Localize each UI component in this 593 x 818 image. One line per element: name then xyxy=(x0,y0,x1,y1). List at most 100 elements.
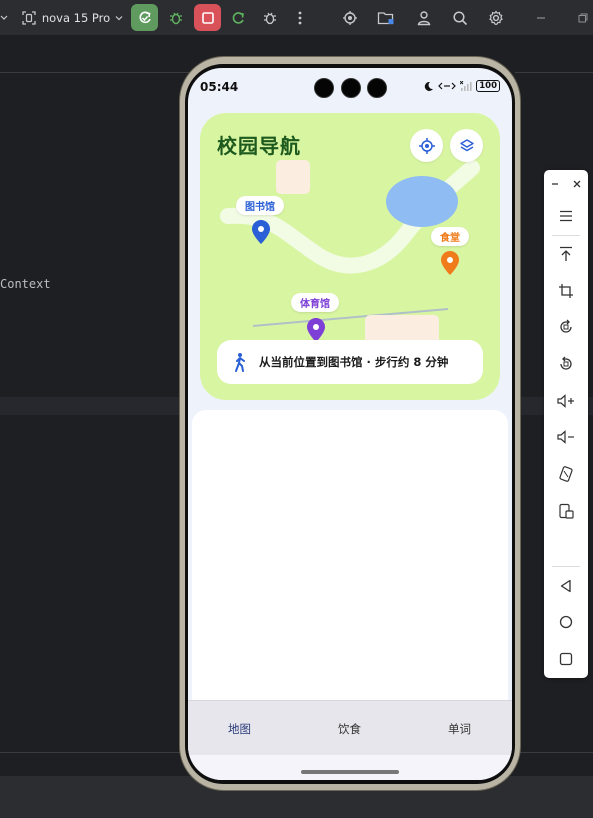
tab-food[interactable]: 饮食 xyxy=(338,701,361,756)
status-time: 05:44 xyxy=(200,80,239,94)
profile-button[interactable] xyxy=(413,0,435,35)
window-restore-button[interactable] xyxy=(573,0,593,35)
locate-button[interactable] xyxy=(410,129,443,162)
panel-minimize-button[interactable] xyxy=(544,170,566,198)
apply-changes-button[interactable] xyxy=(131,4,158,31)
gesture-area xyxy=(188,755,512,780)
home-button[interactable] xyxy=(544,608,588,636)
phone-screen[interactable]: 05:44 100 校园导航 图书馆 食堂 体育馆 从当前位置到图书馆 · 步行… xyxy=(188,68,512,780)
fold-button[interactable] xyxy=(544,460,588,488)
device-frame-icon xyxy=(22,10,36,25)
crop-screenshot-icon xyxy=(559,284,573,298)
device-name: nova 15 Pro xyxy=(41,10,111,25)
camera-cutout xyxy=(341,78,361,98)
panel-menu-button[interactable] xyxy=(544,202,588,230)
minimize-icon xyxy=(537,16,545,19)
fold-icon xyxy=(559,466,573,482)
volume-down-icon xyxy=(557,430,574,444)
crop-screenshot-button[interactable] xyxy=(544,277,588,305)
bottom-tab-bar: 地图 饮食 单词 xyxy=(188,700,512,755)
menu-icon xyxy=(560,210,572,222)
layers-icon xyxy=(459,138,474,151)
battery-icon: 100 xyxy=(476,80,500,92)
moon-icon xyxy=(425,81,434,91)
camera-cutout xyxy=(314,78,334,98)
divider xyxy=(515,72,593,73)
divider xyxy=(552,566,580,567)
walking-person-icon xyxy=(235,353,245,372)
pin-to-top-icon xyxy=(560,246,572,261)
settings-button[interactable] xyxy=(485,0,507,35)
debug-button[interactable] xyxy=(164,0,188,35)
apply-changes-icon xyxy=(139,11,151,23)
rotate-icon xyxy=(560,319,572,333)
data-arrows-icon xyxy=(438,82,457,90)
canteen-pin-icon[interactable] xyxy=(441,251,459,275)
volume-up-button[interactable] xyxy=(544,387,588,415)
status-icons: 100 xyxy=(423,80,500,92)
divider xyxy=(0,72,190,73)
search-icon xyxy=(453,10,468,25)
layers-button[interactable] xyxy=(450,129,483,162)
close-icon xyxy=(573,180,581,188)
signal-icon xyxy=(460,81,472,91)
more-button[interactable] xyxy=(292,0,308,35)
screen-record-button[interactable] xyxy=(544,497,588,525)
emulator-side-panel xyxy=(544,170,588,678)
tab-words[interactable]: 单词 xyxy=(448,701,471,756)
screen-record-icon xyxy=(559,503,574,519)
rerun-icon xyxy=(232,11,244,24)
more-icon xyxy=(298,11,302,24)
volume-down-button[interactable] xyxy=(544,423,588,451)
map-title: 校园导航 xyxy=(217,134,301,158)
rerun-button[interactable] xyxy=(227,0,249,35)
place-label-gym[interactable]: 体育馆 xyxy=(291,293,339,312)
chevron-down-icon xyxy=(115,15,123,20)
building-block xyxy=(276,160,310,194)
pin-to-top-button[interactable] xyxy=(544,240,588,268)
restore-icon xyxy=(578,13,588,22)
record-button[interactable] xyxy=(339,0,361,35)
crosshair-icon xyxy=(418,137,435,154)
back-icon xyxy=(560,579,571,593)
home-indicator[interactable] xyxy=(301,770,399,774)
gym-pin-icon[interactable] xyxy=(307,318,325,342)
minimize-icon xyxy=(552,183,558,185)
chevron-icon[interactable] xyxy=(0,0,8,35)
divider xyxy=(552,235,580,236)
search-button[interactable] xyxy=(449,0,471,35)
panel-close-button[interactable] xyxy=(566,170,588,198)
attach-debugger-button[interactable] xyxy=(258,0,282,35)
overview-icon xyxy=(559,652,573,666)
route-text: 从当前位置到图书馆 · 步行约 8 分钟 xyxy=(259,355,449,369)
rotate-alt-icon xyxy=(560,356,572,370)
window-minimize-button[interactable] xyxy=(531,0,551,35)
camera-cutout xyxy=(367,78,387,98)
device-selector[interactable]: nova 15 Pro xyxy=(20,0,124,35)
place-label-library[interactable]: 图书馆 xyxy=(236,196,284,215)
rotate-alt-button[interactable] xyxy=(544,350,588,378)
rotate-button[interactable] xyxy=(544,313,588,341)
stop-icon xyxy=(201,11,214,24)
code-line[interactable]: Context xyxy=(0,277,51,291)
lake xyxy=(386,176,458,227)
library-pin-icon[interactable] xyxy=(252,220,270,244)
record-icon xyxy=(343,10,357,25)
profile-icon xyxy=(417,10,431,25)
back-button[interactable] xyxy=(544,572,588,600)
debug-icon xyxy=(170,12,182,24)
tab-map[interactable]: 地图 xyxy=(228,701,251,756)
project-icon xyxy=(377,11,394,24)
project-button[interactable] xyxy=(375,0,397,35)
route-info-bar[interactable]: 从当前位置到图书馆 · 步行约 8 分钟 xyxy=(217,340,483,384)
place-label-canteen[interactable]: 食堂 xyxy=(431,227,469,246)
content-panel xyxy=(192,410,508,700)
overview-button[interactable] xyxy=(544,645,588,673)
ide-toolbar: nova 15 Pro xyxy=(0,0,593,35)
volume-up-icon xyxy=(557,394,574,408)
stop-button[interactable] xyxy=(194,4,221,31)
home-icon xyxy=(559,615,573,629)
attach-debugger-icon xyxy=(264,12,276,24)
campus-map-card[interactable]: 校园导航 图书馆 食堂 体育馆 从当前位置到图书馆 · 步行约 8 分钟 xyxy=(200,113,500,400)
gear-icon xyxy=(489,10,503,25)
